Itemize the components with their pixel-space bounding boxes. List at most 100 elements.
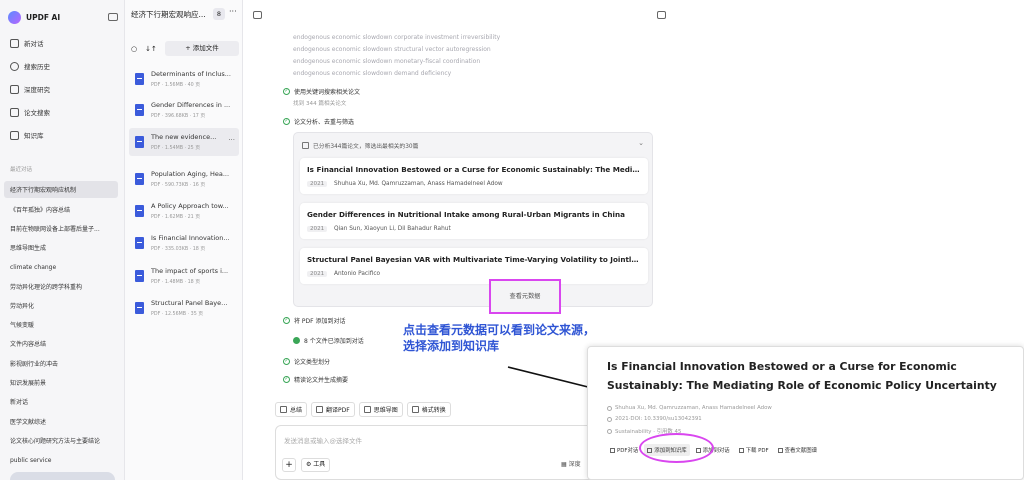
view-metadata-button[interactable]: 查看元数据 xyxy=(489,279,561,314)
history-item[interactable]: public service xyxy=(4,452,118,469)
keyword-line: endogenous economic slowdown monetary-fi… xyxy=(293,58,481,65)
pdf-chat-button[interactable]: PDF对话 xyxy=(607,444,641,456)
history-item[interactable]: 劳动异化理论的跨学科重构 xyxy=(4,278,118,295)
tools-button[interactable]: ⚙ 工具 xyxy=(301,458,331,472)
history-item[interactable]: climate change xyxy=(4,259,118,276)
file-item[interactable]: Gender Differences in ... PDF · 396.68KB … xyxy=(129,96,239,124)
action-label: 翻译PDF xyxy=(326,407,350,414)
pdf-icon xyxy=(135,205,144,217)
toggle-panel-icon[interactable] xyxy=(253,11,262,19)
keyword-line: endogenous economic slowdown corporate i… xyxy=(293,34,501,41)
annotation-text: 点击查看元数据可以看到论文来源， 选择添加到知识库 xyxy=(403,322,595,354)
nav-deep-research[interactable]: 深度研究 xyxy=(10,82,50,96)
status-dot-icon xyxy=(293,337,300,344)
add-attachment-button[interactable]: + xyxy=(282,458,296,472)
file-meta: PDF · 590.73KB · 16 页 xyxy=(151,183,206,188)
authors-text: Shuhua Xu, Md. Qamruzzaman, Anass Hamade… xyxy=(615,405,772,411)
paper-title: Is Financial Innovation Bestowed or a Cu… xyxy=(307,165,641,174)
history-item[interactable]: 经济下行期宏观响应机制 xyxy=(4,181,118,198)
toggle-right-panel-icon[interactable] xyxy=(657,11,666,19)
file-item[interactable]: Determinants of Inclus... PDF · 1.56MB · … xyxy=(129,65,239,93)
download-pdf-button[interactable]: 下载 PDF xyxy=(736,444,772,456)
history-item[interactable]: 劳动异化 xyxy=(4,297,118,314)
check-icon: ✓ xyxy=(283,118,290,125)
file-meta: PDF · 1.62MB · 21 页 xyxy=(151,215,201,220)
paper-title: Structural Panel Bayesian VAR with Multi… xyxy=(307,255,641,264)
pdf-icon xyxy=(135,173,144,185)
results-header[interactable]: 已分析344篇论文，筛选出最相关的30篇 xyxy=(302,141,418,150)
file-meta: PDF · 12.56MB · 35 页 xyxy=(151,312,204,317)
history-item[interactable]: 知识发展前景 xyxy=(4,374,118,391)
sort-icon[interactable]: ↓↑ xyxy=(145,45,157,53)
paper-results-box: 已分析344篇论文，筛选出最相关的30篇 ⌄ Is Financial Inno… xyxy=(293,132,653,314)
nav-search-history[interactable]: 搜索历史 xyxy=(10,59,50,73)
more-icon[interactable]: ··· xyxy=(229,7,237,16)
file-item[interactable]: A Policy Approach tow... PDF · 1.62MB · 2… xyxy=(129,197,239,225)
message-input[interactable]: 发送消息或输入@选择文件 xyxy=(284,435,362,445)
history-item[interactable]: 医学文献综述 xyxy=(4,413,118,430)
account-bar[interactable] xyxy=(10,472,115,480)
history-item[interactable]: 文件内容总结 xyxy=(4,335,118,352)
app-name: UPDF AI xyxy=(26,12,61,22)
file-name: The new evidence... xyxy=(151,133,217,141)
file-meta: PDF · 1.48MB · 18 页 xyxy=(151,280,201,285)
file-item[interactable]: Is Financial Innovation... PDF · 335.03KB… xyxy=(129,229,239,257)
convert-button[interactable]: 格式转换 xyxy=(406,402,451,417)
nav-knowledge-base[interactable]: 知识库 xyxy=(10,128,44,142)
pdf-icon xyxy=(135,270,144,282)
file-item[interactable]: The new evidence... PDF · 1.54MB · 25 页 ··… xyxy=(129,128,239,156)
collapse-sidebar-icon[interactable] xyxy=(108,13,118,21)
edit-icon xyxy=(10,38,19,48)
file-item[interactable]: Population Aging, Hea... PDF · 590.73KB ·… xyxy=(129,165,239,193)
search-icon[interactable]: ○ xyxy=(131,45,137,53)
action-label: 思维导图 xyxy=(373,407,398,414)
grid-icon: ▦ xyxy=(561,461,569,468)
history-item[interactable]: 《百年孤独》内容总结 xyxy=(4,201,118,218)
paper-card[interactable]: Gender Differences in Nutritional Intake… xyxy=(300,203,648,239)
sidebar: UPDF AI 新对话 搜索历史 深度研究 论文搜索 知识库 最近对话 经济下行… xyxy=(0,0,125,480)
mindmap-button[interactable]: 思维导图 xyxy=(358,402,403,417)
chat-icon xyxy=(610,447,615,453)
nav-new-chat[interactable]: 新对话 xyxy=(10,36,44,50)
paper-authors: Antonio Pacifico xyxy=(334,271,381,277)
paper-card[interactable]: Is Financial Innovation Bestowed or a Cu… xyxy=(300,158,648,194)
deep-mode-toggle[interactable]: ▦ 深度 xyxy=(561,458,581,472)
history-item[interactable]: 气候变暖 xyxy=(4,316,118,333)
chevron-down-icon[interactable]: ⌄ xyxy=(638,139,644,147)
more-icon[interactable]: ··· xyxy=(228,136,235,144)
updf-logo-icon xyxy=(8,10,21,24)
translate-pdf-button[interactable]: 翻译PDF xyxy=(311,402,355,417)
history-item[interactable]: 目前在物联网设备上部署后量子... xyxy=(4,220,118,237)
view-citation-graph-button[interactable]: 查看文献图谱 xyxy=(775,444,820,456)
history-item[interactable]: 影视剧行业的冲击 xyxy=(4,355,118,372)
step-label: 精读论文并生成摘要 xyxy=(294,377,349,384)
keyword-line: endogenous economic slowdown demand defi… xyxy=(293,70,452,77)
annotation-line: 选择添加到知识库 xyxy=(403,339,500,353)
file-item[interactable]: Structural Panel Bayesi... PDF · 12.56MB … xyxy=(129,294,239,322)
research-icon xyxy=(10,84,19,94)
journal-icon xyxy=(607,428,612,434)
paper-card[interactable]: Structural Panel Bayesian VAR with Multi… xyxy=(300,248,648,284)
step-label: 论文类型划分 xyxy=(294,359,331,366)
history-item[interactable]: 思维导图生成 xyxy=(4,239,118,256)
step-label: 将 PDF 添加到对话 xyxy=(294,318,346,325)
paper-year: 2021 xyxy=(307,226,328,232)
file-item[interactable]: The impact of sports i... PDF · 1.48MB · … xyxy=(129,262,239,290)
summarize-button[interactable]: 总结 xyxy=(275,402,308,417)
nav-paper-search[interactable]: 论文搜索 xyxy=(10,105,50,119)
keyword-line: endogenous economic slowdown structural … xyxy=(293,46,491,53)
paper-year: 2021 xyxy=(307,181,328,187)
file-meta: PDF · 1.54MB · 25 页 xyxy=(151,146,201,151)
person-icon xyxy=(607,405,612,411)
file-meta: PDF · 396.68KB · 17 页 xyxy=(151,114,206,119)
file-name: Is Financial Innovation... xyxy=(151,234,230,242)
pdf-icon xyxy=(135,237,144,249)
pdf-icon xyxy=(135,302,144,314)
highlight-ellipse xyxy=(639,433,714,463)
check-icon: ✓ xyxy=(283,358,290,365)
history-item[interactable]: 新对话 xyxy=(4,393,118,410)
convert-icon xyxy=(411,406,419,413)
history-item[interactable]: 论文核心问题研究方法与主要结论 xyxy=(4,432,118,449)
doi-text: 2021·DOI: 10.3390/su13042391 xyxy=(615,416,702,422)
add-file-button[interactable]: + 添加文件 xyxy=(165,41,239,56)
